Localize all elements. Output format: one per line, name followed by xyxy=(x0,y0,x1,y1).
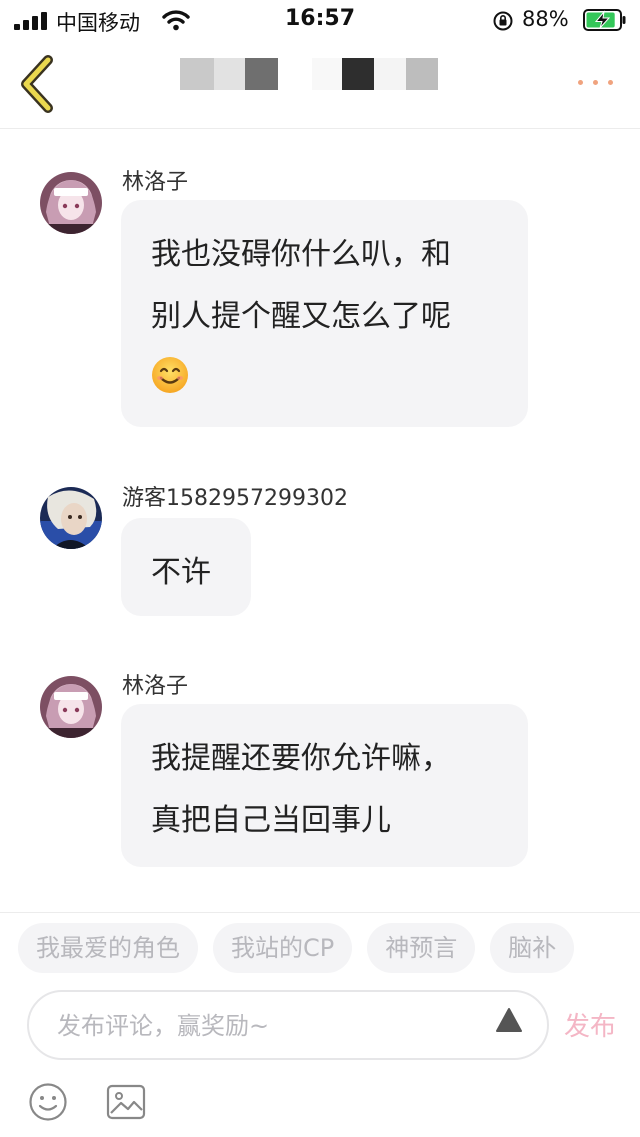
ellipsis-icon[interactable] xyxy=(572,68,620,98)
comment-bar: 我最爱的角色 我站的CP 神预言 脑补 发布 xyxy=(0,912,640,1137)
smiling-face-emoji xyxy=(152,357,188,393)
username[interactable]: 游客1582957299302 xyxy=(122,480,348,512)
topic-chips: 我最爱的角色 我站的CP 神预言 脑补 xyxy=(18,923,640,975)
image-icon[interactable] xyxy=(106,1083,146,1121)
avatar[interactable] xyxy=(40,172,102,234)
message-line xyxy=(151,348,498,410)
orientation-lock-icon xyxy=(493,11,513,31)
battery-charging-icon xyxy=(583,9,626,31)
emoji-icon[interactable] xyxy=(28,1082,68,1122)
comment-input[interactable] xyxy=(55,1004,499,1048)
username[interactable]: 林洛子 xyxy=(122,164,188,196)
game-character-avatar-icon xyxy=(40,487,102,549)
anime-girl-avatar-icon xyxy=(40,676,102,738)
message-line: 别人提个醒又怎么了呢 xyxy=(151,299,451,334)
expand-triangle-icon[interactable] xyxy=(495,1006,523,1034)
message-line: 不许 xyxy=(151,555,211,590)
message-line: 我提醒还要你允许嘛， xyxy=(151,741,451,776)
topic-chip[interactable]: 我最爱的角色 xyxy=(18,923,198,973)
message-bubble: 不许 xyxy=(121,518,251,616)
message-bubble: 我提醒还要你允许嘛， 真把自己当回事儿 xyxy=(121,704,528,867)
avatar[interactable] xyxy=(40,487,102,549)
comment-field-container xyxy=(27,990,549,1060)
message-bubble: 我也没碍你什么叭，和 别人提个醒又怎么了呢 xyxy=(121,200,528,427)
status-bar: 中国移动 16:57 88% xyxy=(0,0,640,40)
topic-chip[interactable]: 神预言 xyxy=(367,923,476,973)
topic-chip[interactable]: 脑补 xyxy=(490,923,575,973)
back-button[interactable] xyxy=(14,54,62,114)
anime-girl-avatar-icon xyxy=(40,172,102,234)
pixelated-title xyxy=(180,58,440,90)
message-line: 真把自己当回事儿 xyxy=(151,803,391,838)
nav-bar xyxy=(0,40,640,129)
message-line: 我也没碍你什么叭，和 xyxy=(151,237,451,272)
avatar[interactable] xyxy=(40,676,102,738)
username[interactable]: 林洛子 xyxy=(122,668,188,700)
topic-chip[interactable]: 我站的CP xyxy=(213,923,353,973)
battery-percentage: 88% xyxy=(522,7,569,31)
publish-button[interactable]: 发布 xyxy=(564,1006,616,1043)
